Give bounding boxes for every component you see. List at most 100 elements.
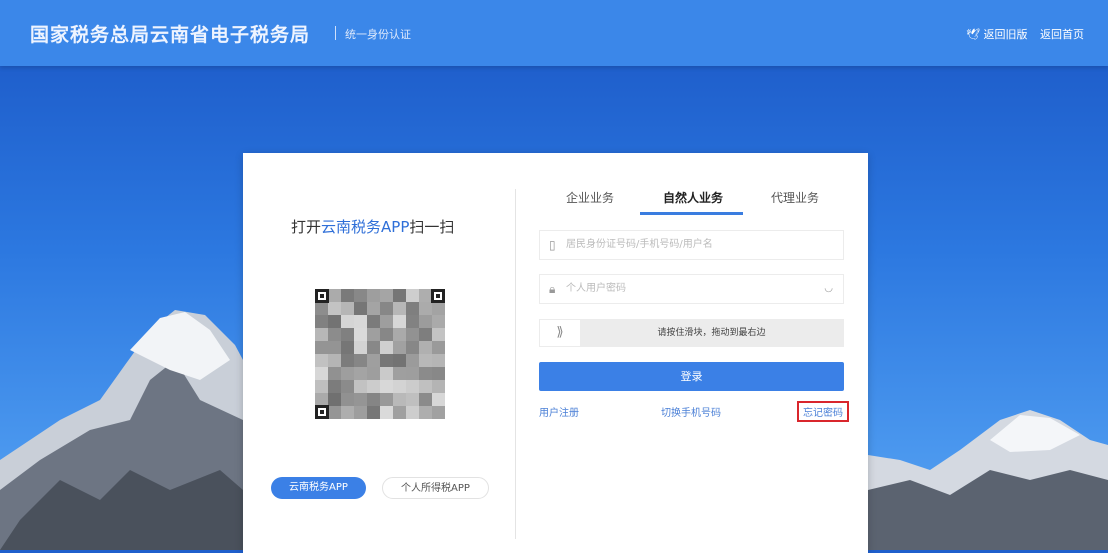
qr-mosaic-cell	[315, 341, 328, 354]
qr-mosaic-cell	[419, 328, 432, 341]
qr-mosaic-cell	[341, 367, 354, 380]
slider-handle[interactable]: ⟫	[540, 320, 580, 346]
qr-mosaic-cell	[341, 341, 354, 354]
qr-mosaic-cell	[406, 289, 419, 302]
qr-mosaic-cell	[380, 380, 393, 393]
qr-mosaic-cell	[367, 354, 380, 367]
home-link[interactable]: 返回首页	[1040, 26, 1084, 42]
qr-mosaic-cell	[380, 302, 393, 315]
switch-phone-link[interactable]: 切换手机号码	[661, 404, 721, 419]
qr-mosaic-cell	[432, 315, 445, 328]
qr-mosaic-cell	[380, 406, 393, 419]
qr-mosaic-cell	[380, 354, 393, 367]
qr-mosaic-cell	[328, 315, 341, 328]
qr-mosaic-cell	[380, 393, 393, 406]
qr-mosaic-cell	[406, 302, 419, 315]
qr-mosaic-cell	[406, 341, 419, 354]
qr-mosaic-cell	[393, 393, 406, 406]
qr-mosaic-cell	[367, 380, 380, 393]
tab-agent[interactable]: 代理业务	[771, 189, 819, 206]
slider-text: 请按住滑块，拖动到最右边	[657, 328, 766, 338]
password-input[interactable]: 🔒︎ 个人用户密码 ◡	[539, 274, 844, 304]
login-button[interactable]: 登录	[539, 362, 844, 391]
qr-mosaic-cell	[354, 380, 367, 393]
link-label: 返回旧版	[983, 28, 1028, 41]
forgot-password-link[interactable]: 忘记密码	[797, 401, 849, 422]
qr-mosaic-cell	[328, 354, 341, 367]
qr-mosaic-cell	[393, 302, 406, 315]
qr-mosaic-cell	[354, 302, 367, 315]
qr-mosaic-cell	[419, 393, 432, 406]
qr-mosaic-cell	[328, 367, 341, 380]
qr-mosaic-cell	[367, 367, 380, 380]
qr-corner	[431, 289, 445, 303]
back-old-version-link[interactable]: 🕊 返回旧版	[966, 26, 1027, 42]
qr-mosaic-cell	[406, 328, 419, 341]
scan-prefix: 打开	[291, 218, 322, 236]
qr-mosaic-cell	[393, 354, 406, 367]
qr-mosaic-cell	[341, 393, 354, 406]
qr-mosaic-cell	[393, 406, 406, 419]
lock-icon: 🔒︎	[549, 282, 556, 296]
qr-mosaic-cell	[419, 406, 432, 419]
account-placeholder: 居民身份证号码/手机号码/用户名	[566, 239, 713, 250]
personal-income-tax-app-button[interactable]: 个人所得税APP	[382, 477, 489, 499]
qr-mosaic-cell	[432, 302, 445, 315]
qr-mosaic-cell	[432, 380, 445, 393]
qr-mosaic-cell	[354, 328, 367, 341]
qr-mosaic-cell	[354, 341, 367, 354]
register-link[interactable]: 用户注册	[539, 404, 579, 419]
qr-corner	[315, 289, 329, 303]
qr-mosaic-cell	[341, 289, 354, 302]
qr-mosaic-cell	[367, 406, 380, 419]
bird-icon: 🕊	[966, 28, 980, 41]
qr-mosaic-cell	[354, 354, 367, 367]
qr-mosaic-cell	[419, 315, 432, 328]
eye-closed-icon[interactable]: ◡	[824, 275, 833, 303]
qr-mosaic-cell	[432, 354, 445, 367]
qr-mosaic-cell	[380, 367, 393, 380]
yunnan-tax-app-button[interactable]: 云南税务APP	[271, 477, 366, 499]
qr-mosaic-cell	[341, 328, 354, 341]
qr-mosaic-cell	[406, 354, 419, 367]
qr-mosaic-cell	[328, 302, 341, 315]
qr-mosaic-cell	[341, 380, 354, 393]
qr-mosaic-cell	[341, 302, 354, 315]
qr-mosaic-cell	[393, 289, 406, 302]
qr-mosaic-cell	[432, 367, 445, 380]
site-title: 国家税务总局云南省电子税务局	[30, 24, 311, 46]
qr-mosaic-cell	[341, 315, 354, 328]
qr-mosaic-cell	[393, 315, 406, 328]
qr-mosaic-cell	[380, 289, 393, 302]
scan-instruction: 打开云南税务APP扫一扫	[291, 216, 454, 237]
qr-mosaic-cell	[328, 328, 341, 341]
tab-natural-person[interactable]: 自然人业务	[663, 189, 723, 206]
qr-mosaic-cell	[328, 393, 341, 406]
qr-mosaic-cell	[406, 380, 419, 393]
header: 国家税务总局云南省电子税务局 统一身份认证 🕊 返回旧版 返回首页	[0, 0, 1108, 66]
qr-mosaic-cell	[406, 406, 419, 419]
slider-captcha[interactable]: ⟫ 请按住滑块，拖动到最右边	[539, 319, 844, 347]
qr-mosaic-cell	[393, 341, 406, 354]
qr-mosaic-cell	[341, 354, 354, 367]
qr-mosaic-cell	[419, 302, 432, 315]
qr-mosaic-cell	[367, 289, 380, 302]
qr-mosaic-cell	[328, 406, 341, 419]
qr-mosaic-cell	[367, 315, 380, 328]
account-input[interactable]: ▯ 居民身份证号码/手机号码/用户名	[539, 230, 844, 260]
qr-mosaic-cell	[406, 367, 419, 380]
qr-mosaic-cell	[380, 315, 393, 328]
divider	[515, 189, 516, 539]
scan-app-name: 云南税务APP	[321, 218, 410, 236]
qr-mosaic-cell	[367, 341, 380, 354]
qr-mosaic-cell	[406, 315, 419, 328]
tab-enterprise[interactable]: 企业业务	[566, 189, 614, 206]
qr-mosaic-cell	[315, 328, 328, 341]
qr-mosaic-cell	[315, 367, 328, 380]
qr-mosaic-cell	[419, 341, 432, 354]
qr-mosaic-cell	[367, 328, 380, 341]
qr-mosaic-cell	[315, 380, 328, 393]
qr-mosaic-cell	[419, 380, 432, 393]
qr-mosaic-cell	[393, 380, 406, 393]
active-tab-indicator	[640, 212, 743, 215]
